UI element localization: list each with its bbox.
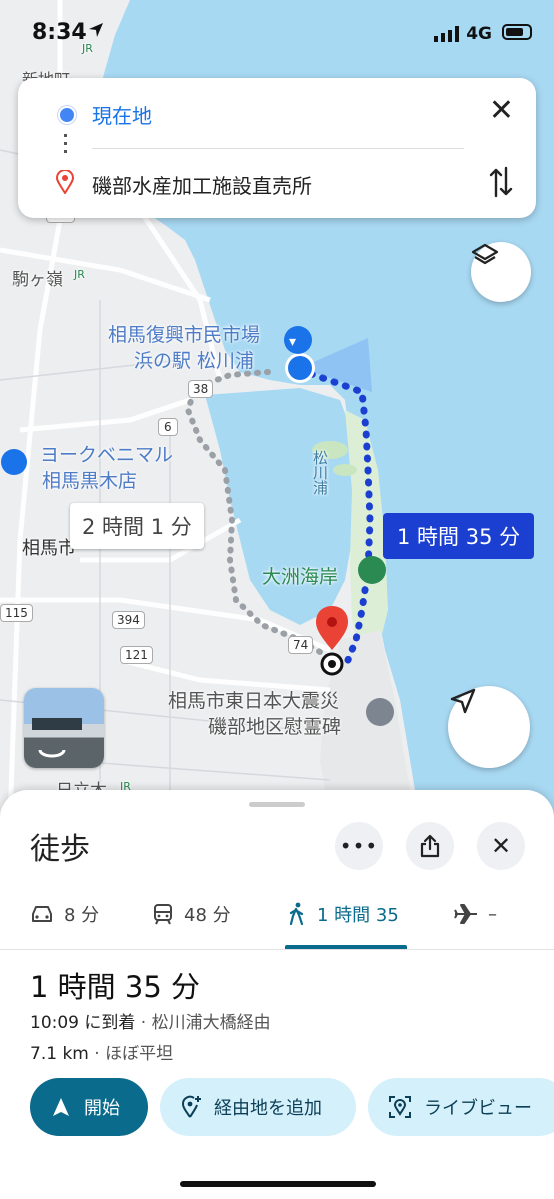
map-label-memorial-1[interactable]: 相馬市東日本大震災 xyxy=(168,686,339,713)
route-distance: 7.1 km xyxy=(30,1044,89,1064)
map-label-yorkbenimaru-2[interactable]: 相馬黒木店 xyxy=(42,466,137,493)
route-card: 現在地 磯部水産加工施設直売所 ✕ xyxy=(18,78,536,218)
tab-walk[interactable]: 1 時間 35 xyxy=(287,894,399,934)
live-view-icon xyxy=(389,1096,411,1118)
location-arrow-icon xyxy=(89,23,103,37)
tab-car[interactable]: 8 分 xyxy=(30,894,99,934)
origin-row[interactable]: 現在地 xyxy=(18,88,536,138)
tab-walk-label: 1 時間 35 xyxy=(317,905,399,926)
arrival-info: 10:09 に到着 · 松川浦大橋経由 xyxy=(30,1013,271,1033)
more-button[interactable]: ••• xyxy=(335,822,383,870)
map-label-market-2[interactable]: 浜の駅 松川浦 xyxy=(134,346,254,373)
route-shield-74: 74 xyxy=(288,636,314,654)
alt-route-badge[interactable]: 2 時間 1 分 xyxy=(70,503,204,549)
navigation-icon xyxy=(450,688,476,714)
close-icon: ✕ xyxy=(490,832,512,860)
map-label-matsukawaura: 松川浦 xyxy=(311,450,329,495)
route-connector xyxy=(64,134,67,156)
tab-flight-label: – xyxy=(488,903,497,925)
status-bar: 8:34 4G xyxy=(0,0,554,66)
start-button[interactable]: 開始 xyxy=(30,1078,148,1136)
map-label-osu-beach[interactable]: 大洲海岸 xyxy=(262,562,338,589)
map-label-market-1[interactable]: 相馬復興市民市場 xyxy=(108,320,260,347)
route-shield-6: 6 xyxy=(158,418,178,436)
route-shield-38: 38 xyxy=(188,380,214,398)
start-button-label: 開始 xyxy=(84,1098,120,1119)
map-label-memorial-2[interactable]: 磯部地区慰霊碑 xyxy=(208,712,341,739)
transit-icon xyxy=(154,904,172,925)
sheet-title: 徒歩 xyxy=(30,832,90,867)
street-view-thumbnail[interactable] xyxy=(24,688,104,768)
share-button[interactable] xyxy=(406,822,454,870)
tab-flight[interactable]: – xyxy=(454,894,497,934)
street-view-icon xyxy=(32,718,82,758)
status-time: 8:34 xyxy=(32,20,87,45)
add-stop-icon xyxy=(182,1095,201,1118)
sheet-handle[interactable] xyxy=(249,802,305,807)
tabs-divider xyxy=(0,949,554,950)
tab-transit-label: 48 分 xyxy=(184,905,231,926)
share-icon xyxy=(420,834,440,858)
destination-field[interactable]: 磯部水産加工施設直売所 xyxy=(92,170,312,199)
add-stop-button[interactable]: 経由地を追加 xyxy=(160,1078,356,1136)
map-label-komagamine: 駒ヶ嶺 xyxy=(12,270,63,290)
close-sheet-button[interactable]: ✕ xyxy=(477,822,525,870)
distance-info: 7.1 km · ほぼ平坦 xyxy=(30,1044,174,1064)
navigate-start-icon xyxy=(53,1098,69,1116)
layers-button[interactable] xyxy=(471,242,531,302)
jr-marker-komagamine: JR xyxy=(74,268,85,281)
battery-icon xyxy=(502,24,532,40)
more-icon: ••• xyxy=(339,834,379,858)
map-label-yorkbenimaru-1[interactable]: ヨークベニマル xyxy=(40,440,173,467)
directions-sheet: 徒歩 ••• ✕ 8 分 48 分 1 時間 35 – 1 時間 35 分 10… xyxy=(0,790,554,1199)
arrival-time: 10:09 に到着 xyxy=(30,1013,136,1033)
origin-dot-icon xyxy=(58,106,76,124)
route-shield-121: 121 xyxy=(120,646,153,664)
svg-text:▾: ▾ xyxy=(289,334,296,350)
flight-icon xyxy=(454,904,477,924)
destination-pin-icon xyxy=(56,170,74,194)
live-view-label: ライブビュー xyxy=(424,1098,532,1119)
origin-field[interactable]: 現在地 xyxy=(92,100,152,129)
layers-icon xyxy=(471,243,499,265)
route-time-badge[interactable]: 1 時間 35 分 xyxy=(383,513,535,559)
car-icon xyxy=(32,906,52,922)
divider xyxy=(92,148,464,149)
swap-icon[interactable] xyxy=(488,166,514,198)
my-location-button[interactable] xyxy=(448,686,530,768)
add-stop-label: 経由地を追加 xyxy=(214,1098,322,1119)
network-type: 4G xyxy=(466,24,492,44)
tab-transit[interactable]: 48 分 xyxy=(152,894,231,934)
route-via: 松川浦大橋経由 xyxy=(151,1013,271,1033)
map-label-soma-city: 相馬市 xyxy=(22,538,76,559)
route-duration: 1 時間 35 分 xyxy=(30,970,201,1004)
live-view-button[interactable]: ライブビュー xyxy=(368,1078,554,1136)
route-shield-115: 115 xyxy=(0,604,33,622)
route-terrain: ほぼ平坦 xyxy=(105,1044,174,1064)
home-indicator[interactable] xyxy=(180,1181,376,1187)
signal-icon xyxy=(434,26,459,42)
walk-icon xyxy=(289,902,304,926)
destination-row[interactable]: 磯部水産加工施設直売所 xyxy=(18,158,536,208)
close-icon[interactable]: ✕ xyxy=(489,96,514,126)
route-shield-394: 394 xyxy=(112,611,145,629)
tab-car-label: 8 分 xyxy=(64,905,100,926)
